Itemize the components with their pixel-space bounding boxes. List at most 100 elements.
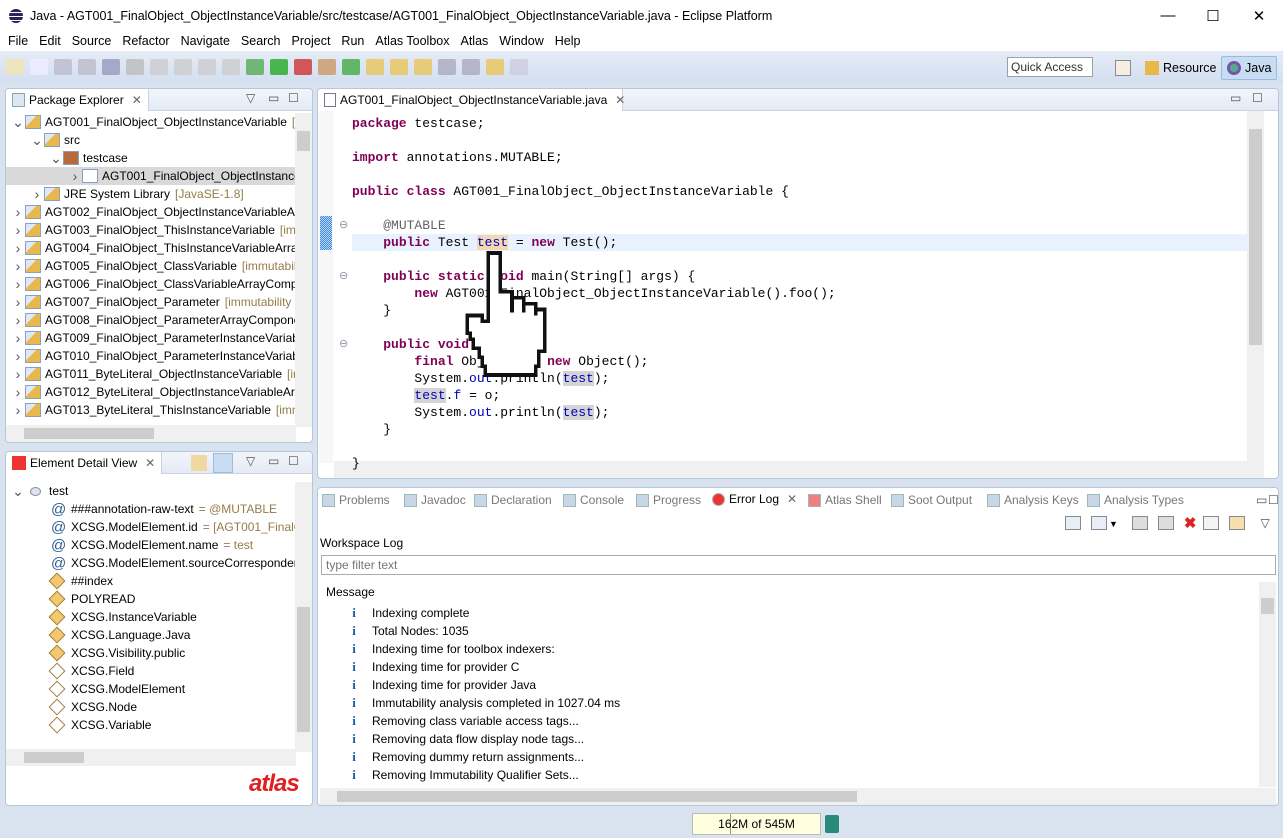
- code-line[interactable]: package testcase;: [352, 115, 485, 132]
- horizontal-scrollbar[interactable]: [6, 425, 296, 442]
- tree-item[interactable]: › AGT012_ByteLiteral_ObjectInstanceVariab…: [6, 383, 296, 401]
- chevron-right-icon[interactable]: ›: [11, 204, 25, 220]
- tree-item[interactable]: ⌄ AGT001_FinalObject_ObjectInstanceVariab…: [6, 113, 296, 131]
- new-java-package-icon[interactable]: [318, 59, 336, 75]
- chevron-down-icon[interactable]: ⌄: [11, 114, 25, 131]
- attribute-item[interactable]: @ ###annotation-raw-text = @MUTABLE: [6, 500, 277, 518]
- tree-item[interactable]: › AGT009_FinalObject_ParameterInstanceVar…: [6, 329, 296, 347]
- code-line[interactable]: test.f = o;: [352, 387, 500, 404]
- delete-log-icon[interactable]: [1157, 516, 1174, 530]
- tag-item[interactable]: XCSG.Visibility.public: [6, 644, 185, 662]
- forward-icon[interactable]: [510, 59, 528, 75]
- view-menu-icon[interactable]: ▽: [246, 91, 255, 105]
- tree-item[interactable]: › AGT013_ByteLiteral_ThisInstanceVariable…: [6, 401, 296, 419]
- new-java-class-icon[interactable]: [342, 59, 360, 75]
- tree-item[interactable]: › JRE System Library [JavaSE-1.8]: [6, 185, 244, 203]
- menu-project[interactable]: Project: [292, 34, 331, 48]
- show-whitespace-icon[interactable]: [222, 59, 240, 75]
- menu-refactor[interactable]: Refactor: [122, 34, 169, 48]
- back-icon[interactable]: [486, 59, 504, 75]
- save-all-icon[interactable]: [78, 59, 96, 75]
- chevron-right-icon[interactable]: ›: [11, 312, 25, 328]
- tab-package-explorer[interactable]: Package Explorer ✕: [6, 89, 149, 111]
- tab-atlas-shell[interactable]: Atlas Shell: [808, 490, 882, 510]
- tab-declaration[interactable]: Declaration: [474, 490, 552, 510]
- editor-horizontal-scrollbar[interactable]: [334, 461, 1264, 478]
- chevron-down-icon[interactable]: ⌄: [11, 483, 25, 500]
- log-entry[interactable]: i Removing dummy return assignments...: [320, 748, 1258, 766]
- code-line[interactable]: System.out.println(test);: [352, 404, 609, 421]
- attribute-item[interactable]: @ XCSG.ModelElement.name = test: [6, 536, 253, 554]
- log-entry[interactable]: i Indexing time for toolbox indexers:: [320, 640, 1258, 658]
- tree-item[interactable]: › AGT010_FinalObject_ParameterInstanceVar…: [6, 347, 296, 365]
- close-button[interactable]: ✕: [1236, 0, 1282, 31]
- message-column-header[interactable]: Message: [326, 585, 375, 599]
- code-line[interactable]: import annotations.MUTABLE;: [352, 149, 563, 166]
- editor-vertical-scrollbar[interactable]: [1247, 111, 1264, 463]
- tree-item[interactable]: ⌄ testcase: [6, 149, 128, 167]
- prev-annotation-icon[interactable]: [462, 59, 480, 75]
- chevron-right-icon[interactable]: ›: [68, 168, 82, 184]
- attribute-item[interactable]: @ XCSG.ModelElement.sourceCorrespondenc: [6, 554, 296, 572]
- tab-javadoc[interactable]: Javadoc: [404, 490, 466, 510]
- chevron-right-icon[interactable]: ›: [11, 384, 25, 400]
- new-icon[interactable]: [6, 59, 24, 75]
- close-tab-icon[interactable]: ✕: [132, 93, 142, 107]
- fold-collapse-icon[interactable]: ⊖: [339, 269, 348, 282]
- log-entry[interactable]: i Removing Immutability Qualifier Sets...: [320, 766, 1258, 784]
- menu-atlas-toolbox[interactable]: Atlas Toolbox: [375, 34, 449, 48]
- open-type-icon[interactable]: [366, 59, 384, 75]
- next-annotation-icon[interactable]: [438, 59, 456, 75]
- minimize-view-icon[interactable]: ▭: [268, 454, 279, 468]
- code-line[interactable]: @MUTABLE: [352, 217, 445, 234]
- tree-item[interactable]: › AGT007_FinalObject_Parameter [immutabili…: [6, 293, 292, 311]
- vertical-scrollbar[interactable]: [295, 482, 312, 752]
- tree-item-root[interactable]: ⌄ test: [6, 482, 68, 500]
- log-vertical-scrollbar[interactable]: [1259, 582, 1276, 787]
- tag-item[interactable]: XCSG.Language.Java: [6, 626, 190, 644]
- menu-edit[interactable]: Edit: [39, 34, 61, 48]
- import-log-icon[interactable]: [1091, 516, 1107, 530]
- format-icon[interactable]: [198, 59, 216, 75]
- chevron-right-icon[interactable]: ›: [11, 240, 25, 256]
- log-entry[interactable]: i Total Nodes: 1035: [320, 622, 1258, 640]
- log-entry[interactable]: i Immutability analysis completed in 1027…: [320, 694, 1258, 712]
- vertical-scrollbar[interactable]: [295, 113, 312, 427]
- debug-icon[interactable]: [246, 59, 264, 75]
- code-line[interactable]: }: [352, 302, 391, 319]
- annotation-icon[interactable]: [414, 59, 432, 75]
- toggle-mark-icon[interactable]: [102, 59, 120, 75]
- tab-console[interactable]: Console: [563, 490, 624, 510]
- log-entry[interactable]: i Indexing complete: [320, 604, 1258, 622]
- minimize-view-icon[interactable]: ▭: [1256, 493, 1267, 507]
- chevron-down-icon[interactable]: ⌄: [30, 132, 44, 149]
- menu-source[interactable]: Source: [72, 34, 112, 48]
- menu-help[interactable]: Help: [555, 34, 581, 48]
- tree-item[interactable]: › AGT005_FinalObject_ClassVariable [immuta…: [6, 257, 296, 275]
- tab-analysis-types[interactable]: Analysis Types: [1087, 490, 1184, 510]
- dropdown-icon[interactable]: ▼: [1109, 519, 1118, 532]
- minimize-button[interactable]: —: [1145, 0, 1191, 31]
- view-menu-icon[interactable]: ▽: [246, 454, 255, 468]
- log-filter-input[interactable]: [321, 555, 1276, 575]
- tab-java-file[interactable]: AGT001_FinalObject_ObjectInstanceVariabl…: [318, 89, 625, 111]
- perspective-java[interactable]: Java: [1221, 56, 1278, 80]
- link-icon[interactable]: [191, 455, 207, 471]
- show-tags-toggle-icon[interactable]: [213, 453, 233, 473]
- maximize-view-icon[interactable]: ☐: [1268, 493, 1279, 507]
- code-line[interactable]: }: [352, 421, 391, 438]
- log-entry[interactable]: i Removing data flow display node tags...: [320, 730, 1258, 748]
- remove-icon[interactable]: ✖: [1184, 514, 1197, 532]
- save-icon[interactable]: [54, 59, 72, 75]
- tree-item[interactable]: › AGT011_ByteLiteral_ObjectInstanceVariab…: [6, 365, 296, 383]
- code-line[interactable]: public class AGT001_FinalObject_ObjectIn…: [352, 183, 789, 200]
- tree-item[interactable]: › AGT002_FinalObject_ObjectInstanceVariab…: [6, 203, 296, 221]
- chevron-right-icon[interactable]: ›: [11, 222, 25, 238]
- fold-collapse-icon[interactable]: ⊖: [339, 218, 348, 231]
- tag-item[interactable]: XCSG.ModelElement: [6, 680, 185, 698]
- tag-item[interactable]: POLYREAD: [6, 590, 135, 608]
- tag-item[interactable]: XCSG.Variable: [6, 716, 151, 734]
- fold-collapse-icon[interactable]: ⊖: [339, 337, 348, 350]
- menu-run[interactable]: Run: [341, 34, 364, 48]
- log-entry[interactable]: i Indexing time for provider C: [320, 658, 1258, 676]
